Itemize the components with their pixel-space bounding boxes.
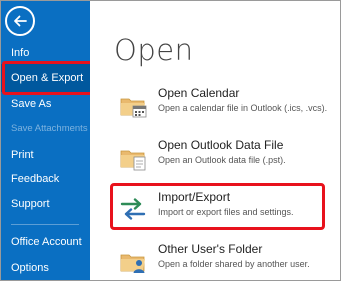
window-border (0, 0, 341, 281)
